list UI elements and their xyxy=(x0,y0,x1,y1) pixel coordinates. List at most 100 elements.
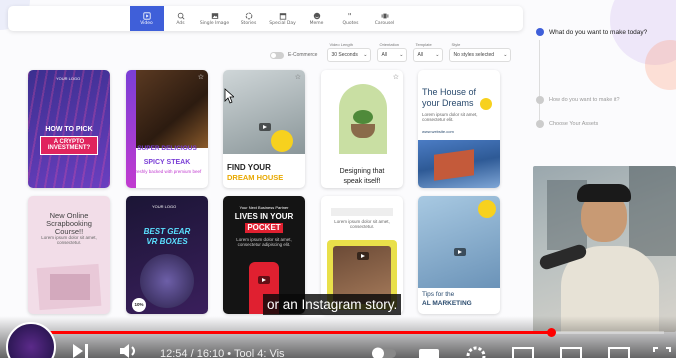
card-headline: New Online Scrapbooking Course!! xyxy=(46,211,92,236)
decorative-circle xyxy=(478,200,496,218)
tab-meme[interactable]: Meme xyxy=(300,6,334,31)
step-label: Choose Your Assets xyxy=(549,121,599,127)
tab-video[interactable]: Video xyxy=(129,6,164,31)
play-icon[interactable] xyxy=(258,276,270,284)
favorite-icon[interactable]: ☆ xyxy=(393,73,399,81)
play-icon[interactable] xyxy=(454,248,466,256)
step-what-to-make[interactable]: What do you want to make today? xyxy=(536,28,647,36)
card-headline: HOW TO PICK xyxy=(45,126,93,133)
card-body: Lorem ipsum dolor sit amet, consectetur … xyxy=(422,112,478,122)
template-card-scrapbooking[interactable]: New Online Scrapbooking Course!! Lorem i… xyxy=(28,196,110,314)
autoplay-toggle-icon[interactable] xyxy=(370,346,400,358)
template-select[interactable]: All ⌄ xyxy=(413,48,444,62)
tab-quotes[interactable]: " Quotes xyxy=(334,6,368,31)
step-label: How do you want to make it? xyxy=(549,97,620,103)
step-dot xyxy=(536,120,544,128)
caption-text: or an Instagram story. xyxy=(263,294,402,315)
template-card-steak[interactable]: ☆ SUPER DELICIOUS SPICY STEAK Freshly ba… xyxy=(126,70,208,188)
steps-line xyxy=(539,40,540,128)
tab-label: Quotes xyxy=(342,20,359,26)
discount-badge: 10% xyxy=(132,298,146,312)
chevron-down-icon: ⌄ xyxy=(363,52,368,58)
step-dot xyxy=(536,28,544,36)
style-select[interactable]: No styles selected ⌄ xyxy=(449,48,512,62)
card-body: Lorem ipsum dolor sit amet, consectetur. xyxy=(334,219,390,229)
screen-recording: Video Ads Single Image Stories Special D… xyxy=(0,0,676,358)
logo-placeholder: YOUR LOGO xyxy=(56,76,81,81)
steak-image xyxy=(134,70,208,148)
ecommerce-toggle-group: E-Commerce xyxy=(270,48,317,62)
next-icon[interactable] xyxy=(70,342,92,358)
tab-label: Special Day xyxy=(269,20,296,26)
chevron-down-icon: ⌄ xyxy=(399,52,404,58)
orientation-filter: Orientation All ⌄ xyxy=(377,42,408,62)
presenter-cap xyxy=(577,184,631,202)
chevron-down-icon: ⌄ xyxy=(435,52,440,58)
tab-ads[interactable]: Ads xyxy=(164,6,198,31)
template-card-dream-house[interactable]: ☆ FIND YOUR DREAM HOUSE xyxy=(223,70,305,188)
content-type-toolbar: Video Ads Single Image Stories Special D… xyxy=(8,6,523,31)
background-frame xyxy=(629,166,676,256)
decorative-circle xyxy=(480,98,492,110)
video-length-select[interactable]: 30 Seconds ⌄ xyxy=(327,48,372,62)
card-headline: Tips for the xyxy=(422,291,455,298)
template-card-crypto[interactable]: YOUR LOGO HOW TO PICK A CRYPTO INVESTMEN… xyxy=(28,70,110,188)
orientation-select[interactable]: All ⌄ xyxy=(377,48,408,62)
gear-icon[interactable] xyxy=(466,346,486,358)
tab-single-image[interactable]: Single Image xyxy=(198,6,232,31)
favorite-icon[interactable]: ☆ xyxy=(198,73,204,81)
time-display: 12:54 / 16:10 • Tool 4: Vis xyxy=(160,348,285,358)
progress-bar[interactable] xyxy=(12,331,664,334)
progress-played xyxy=(12,331,554,334)
stories-icon xyxy=(245,12,252,19)
volume-icon[interactable] xyxy=(118,342,142,358)
text-placeholder xyxy=(331,208,393,216)
select-value: 30 Seconds xyxy=(331,52,358,58)
step-dot xyxy=(536,96,544,104)
favorite-icon[interactable]: ☆ xyxy=(295,73,301,81)
miniplayer-icon[interactable] xyxy=(512,346,534,358)
template-card-vr-boxes[interactable]: YOUR LOGO BEST GEAR VR BOXES 10% xyxy=(126,196,208,314)
style-filter: Style No styles selected ⌄ xyxy=(449,42,512,62)
tab-special-day[interactable]: Special Day xyxy=(266,6,300,31)
fullscreen-icon[interactable] xyxy=(652,346,672,358)
video-length-filter: Video Length 30 Seconds ⌄ xyxy=(327,42,372,62)
calendar-icon xyxy=(279,12,286,20)
tab-stories[interactable]: Stories xyxy=(232,6,266,31)
theater-mode-icon[interactable] xyxy=(560,346,582,358)
scrubber-handle[interactable] xyxy=(547,328,556,337)
template-card-marketing-tips[interactable]: Tips for the AL MARKETING xyxy=(418,196,500,314)
card-headline: FIND YOUR xyxy=(227,163,271,172)
logo-placeholder: YOUR LOGO xyxy=(152,204,177,209)
play-icon[interactable] xyxy=(357,252,369,260)
card-kicker: Your Next Business Partner xyxy=(239,205,289,210)
tab-label: Carousel xyxy=(374,20,395,26)
decorative-circle xyxy=(271,130,293,152)
select-value: All xyxy=(417,52,424,58)
template-label: Template xyxy=(415,42,432,47)
tab-label: Video xyxy=(140,20,153,26)
step-how-to-make[interactable]: How do you want to make it? xyxy=(536,96,620,104)
tab-label: Single Image xyxy=(199,20,230,26)
subtitles-icon[interactable] xyxy=(418,348,440,358)
play-icon[interactable] xyxy=(259,123,271,131)
orientation-label: Orientation xyxy=(379,42,400,47)
template-card-house-dreams[interactable]: The House of your Dreams Lorem ipsum dol… xyxy=(418,70,500,188)
card-headline: SUPER DELICIOUS xyxy=(137,145,197,152)
ecommerce-toggle[interactable] xyxy=(270,51,284,59)
cast-icon[interactable] xyxy=(608,346,630,358)
card-url: www.website.com xyxy=(422,129,454,134)
tab-label: Meme xyxy=(309,20,324,26)
card-subheadline: speak itself! xyxy=(343,178,381,185)
video-icon xyxy=(142,11,151,20)
tab-label: Ads xyxy=(176,20,185,26)
template-card-designing[interactable]: ☆ Designing that speak itself! xyxy=(321,70,403,188)
tab-carousel[interactable]: Carousel xyxy=(368,6,402,31)
plant-leaves xyxy=(353,110,373,124)
tab-label: Stories xyxy=(240,20,257,26)
step-choose-assets[interactable]: Choose Your Assets xyxy=(536,120,598,128)
megaphone-icon xyxy=(177,12,184,19)
style-label: Style xyxy=(451,42,461,47)
template-filter: Template All ⌄ xyxy=(413,42,444,62)
wizard-steps: What do you want to make today? How do y… xyxy=(536,28,676,128)
